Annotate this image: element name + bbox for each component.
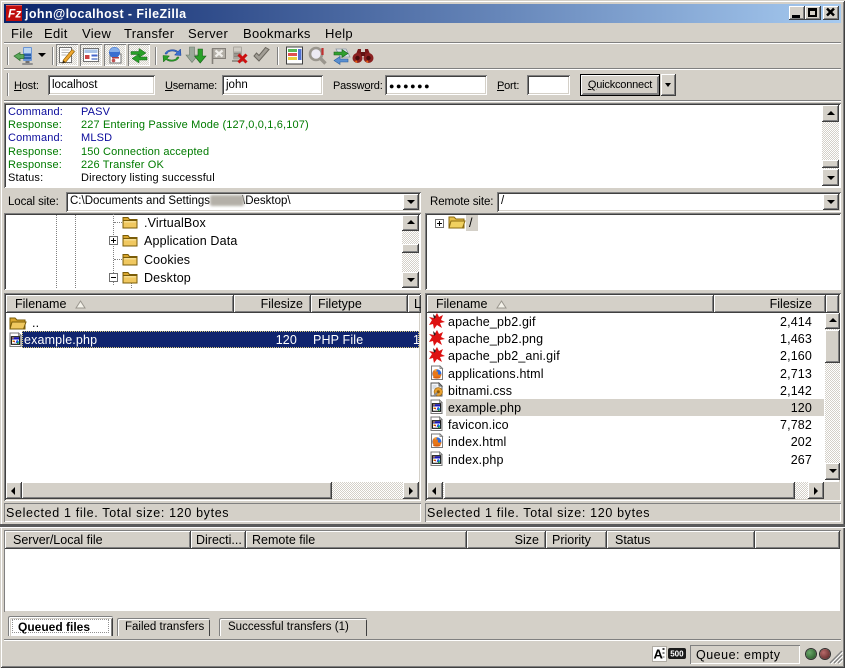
svg-text:Fz: Fz: [8, 7, 21, 21]
svg-text:A: A: [654, 647, 664, 662]
svg-text:500: 500: [670, 650, 684, 659]
